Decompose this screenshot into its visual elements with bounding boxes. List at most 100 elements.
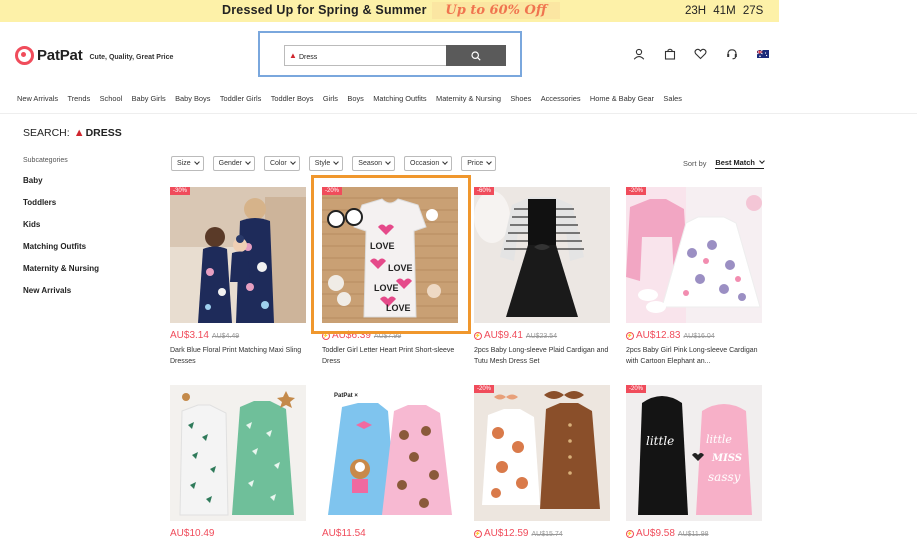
sidebar-item-toddlers[interactable]: Toddlers (23, 198, 99, 220)
product-card[interactable]: -60% ⚡ AU$9.41 AU$23.54 2pcs Baby Long-sleev… (474, 187, 610, 367)
sort-dropdown[interactable]: Best Match (715, 158, 765, 169)
flash-sale-icon: ⚡ (474, 332, 482, 340)
flash-sale-icon: ⚡ (626, 530, 634, 538)
product-image[interactable]: -20% (474, 385, 610, 521)
search-title-term: DRESS (85, 127, 122, 139)
product-image[interactable]: little little MISS sassy -20% (626, 385, 762, 521)
sidebar-item-new-arrivals[interactable]: New Arrivals (23, 286, 99, 308)
product-card[interactable]: PatPat × AU$11.54 (322, 385, 458, 538)
filter-label: Color (269, 160, 287, 167)
flag-icon[interactable] (753, 45, 772, 63)
search-title-prefix: SEARCH: (23, 127, 70, 139)
subcategory-sidebar: Subcategories Baby Toddlers Kids Matching O… (23, 157, 99, 308)
sidebar-item-maternity-nursing[interactable]: Maternity & Nursing (23, 264, 99, 286)
price-row: AU$10.49 (170, 528, 306, 538)
sale-price: AU$3.14 (170, 330, 209, 341)
product-photo (474, 385, 610, 521)
search-icon (471, 50, 481, 61)
nav-item-baby-boys[interactable]: Baby Boys (175, 94, 210, 103)
price-row: ⚡ AU$9.58 AU$11.98 (626, 528, 762, 538)
nav-item-toddler-boys[interactable]: Toddler Boys (271, 94, 314, 103)
nav-item-maternity-nursing[interactable]: Maternity & Nursing (436, 94, 501, 103)
filter-label: Occasion (410, 160, 440, 167)
nav-item-accessories[interactable]: Accessories (541, 94, 581, 103)
nav-item-school[interactable]: School (100, 94, 123, 103)
sidebar-item-matching-outfits[interactable]: Matching Outfits (23, 242, 99, 264)
original-price: AU$4.49 (211, 333, 240, 340)
product-photo (170, 385, 306, 521)
header-divider (0, 113, 917, 114)
logo-wordmark: PatPat (37, 47, 83, 64)
product-name[interactable]: 2pcs Baby Girl Pink Long-sleeve Cardigan… (626, 345, 762, 367)
filter-season[interactable]: Season (352, 156, 396, 171)
product-photo: PatPat × (322, 385, 458, 521)
filter-color[interactable]: Color (263, 156, 300, 171)
sort-control[interactable]: Sort by Best Match (683, 158, 765, 169)
category-nav: New Arrivals Trends School Baby Girls Baby B… (17, 94, 691, 103)
product-name[interactable]: Dark Blue Floral Print Matching Maxi Sli… (170, 345, 306, 367)
product-image[interactable]: -60% (474, 187, 610, 323)
nav-item-sales[interactable]: Sales (663, 94, 682, 103)
chevron-down-icon (289, 159, 296, 165)
svg-text:PatPat ×: PatPat × (334, 393, 358, 399)
product-card[interactable]: AU$10.49 (170, 385, 306, 538)
discount-badge: -20% (626, 187, 647, 195)
sale-price: AU$12.59 (484, 528, 529, 538)
original-price: AU$15.74 (531, 531, 563, 538)
product-name[interactable]: 2pcs Baby Long-sleeve Plaid Cardigan and… (474, 345, 610, 367)
nav-item-trends[interactable]: Trends (67, 94, 90, 103)
product-card[interactable]: -20% ⚡ AU$12.83 AU$16.04 2pcs Baby Girl Pink… (626, 187, 762, 367)
filter-label: Size (177, 160, 191, 167)
product-image[interactable]: -30% (170, 187, 306, 323)
user-icon[interactable] (629, 45, 648, 63)
price-row: AU$3.14 AU$4.49 (170, 330, 306, 342)
product-highlight-box (311, 175, 471, 334)
product-image[interactable]: -20% (626, 187, 762, 323)
support-icon[interactable] (722, 45, 741, 63)
sidebar-item-kids[interactable]: Kids (23, 220, 99, 242)
product-card[interactable]: -20% ⚡ AU$12.59 AU$15.74 (474, 385, 610, 538)
sort-label: Sort by (683, 159, 707, 168)
nav-item-toddler-girls[interactable]: Toddler Girls (220, 94, 261, 103)
header-icons (629, 45, 772, 63)
nav-item-new-arrivals[interactable]: New Arrivals (17, 94, 58, 103)
filter-size[interactable]: Size (171, 156, 204, 171)
filter-bar: Size Gender Color Style Season Occasion Price (171, 156, 497, 171)
product-photo (170, 187, 306, 323)
discount-badge: -20% (626, 385, 647, 393)
filter-label: Price (467, 160, 484, 167)
promo-discount: Up to 60% Off (432, 2, 560, 19)
sale-price: AU$10.49 (170, 528, 215, 538)
logo[interactable]: PatPat Cute, Quality, Great Price (15, 46, 173, 65)
nav-item-matching-outfits[interactable]: Matching Outfits (373, 94, 426, 103)
product-card[interactable]: little little MISS sassy -20% ⚡ AU$9.58 AU$11… (626, 385, 762, 538)
filter-style[interactable]: Style (308, 156, 344, 171)
promo-banner[interactable]: Dressed Up for Spring & Summer Up to 60%… (0, 0, 779, 22)
chevron-down-icon (245, 159, 251, 165)
nav-item-home-baby-gear[interactable]: Home & Baby Gear (590, 94, 654, 103)
chevron-down-icon (385, 159, 391, 165)
product-card[interactable]: -30% AU$3.14 AU$4.49 Dark Blue Floral Print… (170, 187, 306, 367)
product-name[interactable]: Toddler Girl Letter Heart Print Short-sl… (322, 345, 458, 367)
search-field[interactable]: ▲ (284, 45, 446, 67)
heart-icon[interactable] (691, 45, 710, 63)
nav-item-baby-girls[interactable]: Baby Girls (132, 94, 166, 103)
product-image[interactable] (170, 385, 306, 521)
chevron-down-icon (333, 159, 340, 165)
search-result-title: SEARCH: ▲ DRESS (23, 127, 122, 139)
filter-occasion[interactable]: Occasion (404, 156, 453, 171)
original-price: AU$11.98 (677, 531, 709, 538)
filter-label: Gender (218, 160, 242, 167)
original-price: AU$7.99 (373, 333, 402, 340)
filter-gender[interactable]: Gender (212, 156, 255, 171)
nav-item-boys[interactable]: Boys (347, 94, 363, 103)
nav-item-shoes[interactable]: Shoes (510, 94, 531, 103)
svg-text:little: little (646, 434, 674, 448)
filter-price[interactable]: Price (461, 156, 497, 171)
nav-item-girls[interactable]: Girls (323, 94, 338, 103)
bag-icon[interactable] (660, 45, 679, 63)
search-button[interactable] (446, 45, 506, 66)
product-image[interactable]: PatPat × (322, 385, 458, 521)
sidebar-item-baby[interactable]: Baby (23, 176, 99, 198)
search-input[interactable] (285, 48, 435, 67)
